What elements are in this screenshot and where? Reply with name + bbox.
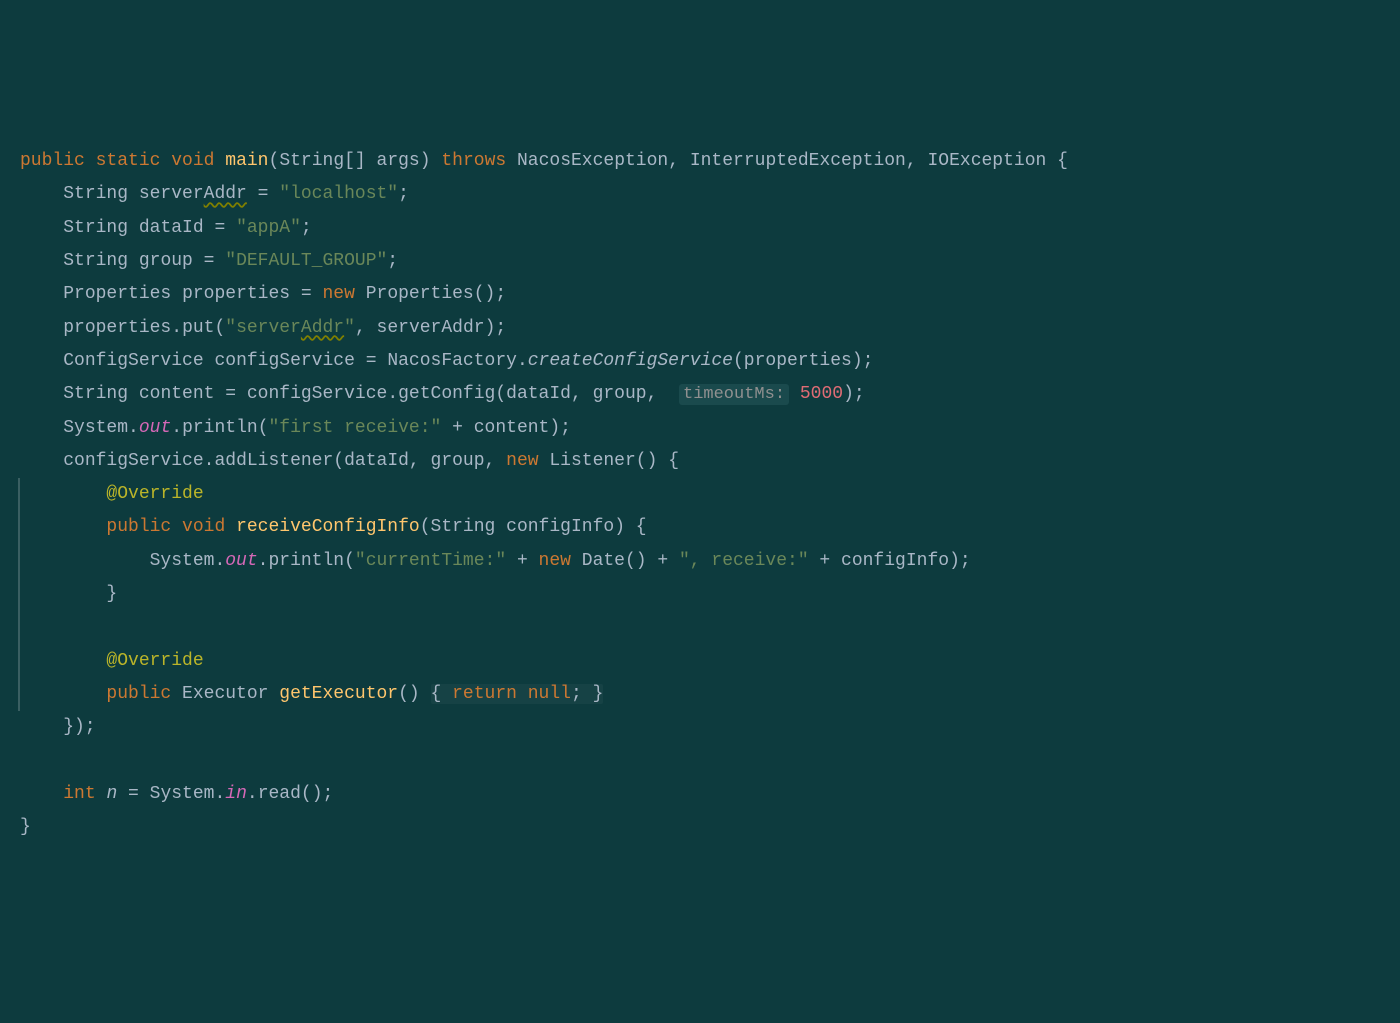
var-properties: properties: [744, 351, 852, 371]
type-listener: Listener: [549, 451, 635, 471]
var-serveraddr: serverAddr: [377, 318, 485, 338]
code-line: public static void main(String[] args) t…: [20, 145, 1380, 178]
type-string: String: [279, 151, 344, 171]
code-line: String content = configService.getConfig…: [20, 378, 1380, 411]
call-getconfig: getConfig: [398, 384, 495, 404]
string-first-receive: "first receive:": [269, 418, 442, 438]
code-line: [18, 611, 1380, 644]
var-properties: properties: [63, 318, 171, 338]
var-configservice: configService: [63, 451, 203, 471]
keyword-void: void: [182, 517, 225, 537]
keyword-return: return: [452, 684, 517, 704]
call-println: println: [182, 418, 258, 438]
method-main: main: [225, 151, 268, 171]
code-line: String group = "DEFAULT_GROUP";: [20, 245, 1380, 278]
type-string: String: [63, 184, 128, 204]
code-editor[interactable]: public static void main(String[] args) t…: [20, 145, 1380, 844]
keyword-void: void: [171, 151, 214, 171]
code-line: ConfigService configService = NacosFacto…: [20, 345, 1380, 378]
code-line: Properties properties = new Properties()…: [20, 278, 1380, 311]
code-line: System.out.println("currentTime:" + new …: [18, 545, 1380, 578]
keyword-null: null: [528, 684, 571, 704]
annotation-override: @Override: [106, 484, 203, 504]
call-put: put: [182, 318, 214, 338]
call-addlistener: addListener: [214, 451, 333, 471]
var-group: group: [139, 251, 193, 271]
var-configservice: configService: [247, 384, 387, 404]
inline-return-block: { return null; }: [431, 684, 604, 704]
type-string: String: [63, 384, 128, 404]
code-line: String serverAddr = "localhost";: [20, 178, 1380, 211]
type-string: String: [63, 251, 128, 271]
type-properties: Properties: [366, 284, 474, 304]
keyword-public: public: [106, 517, 171, 537]
code-line: });: [20, 711, 1380, 744]
call-println: println: [268, 551, 344, 571]
var-content: content: [474, 418, 550, 438]
type-system: System: [150, 551, 215, 571]
code-line: @Override: [18, 645, 1380, 678]
code-line: int n = System.in.read();: [20, 778, 1380, 811]
type-interrupted-exception: InterruptedException: [690, 151, 906, 171]
keyword-new: new: [323, 284, 355, 304]
var-configservice: configService: [214, 351, 354, 371]
keyword-int: int: [63, 784, 95, 804]
var-group: group: [593, 384, 647, 404]
call-createconfigservice: createConfigService: [528, 351, 733, 371]
keyword-throws: throws: [441, 151, 506, 171]
code-line: }: [20, 811, 1380, 844]
number-5000: 5000: [800, 384, 843, 404]
var-dataid: dataId: [139, 218, 204, 238]
var-n: n: [106, 784, 117, 804]
code-line: String dataId = "appA";: [20, 212, 1380, 245]
string-localhost: "localhost": [279, 184, 398, 204]
field-out: out: [225, 551, 257, 571]
var-content: content: [139, 384, 215, 404]
type-system: System: [63, 418, 128, 438]
type-properties: Properties: [63, 284, 171, 304]
keyword-new: new: [506, 451, 538, 471]
code-line: public Executor getExecutor() { return n…: [18, 678, 1380, 711]
keyword-static: static: [96, 151, 161, 171]
type-io-exception: IOException: [927, 151, 1046, 171]
var-configinfo: configInfo: [841, 551, 949, 571]
code-line: @Override: [18, 478, 1380, 511]
var-dataid: dataId: [506, 384, 571, 404]
method-receiveconfiginfo: receiveConfigInfo: [236, 517, 420, 537]
type-string: String: [63, 218, 128, 238]
type-configservice: ConfigService: [63, 351, 203, 371]
var-configinfo: configInfo: [506, 517, 614, 537]
type-executor: Executor: [182, 684, 268, 704]
string-receive: ", receive:": [679, 551, 809, 571]
var-args: args: [377, 151, 420, 171]
call-read: read: [258, 784, 301, 804]
keyword-public: public: [20, 151, 85, 171]
string-serveraddr: "serverAddr": [225, 318, 355, 338]
string-currenttime: "currentTime:": [355, 551, 506, 571]
method-getexecutor: getExecutor: [279, 684, 398, 704]
keyword-new: new: [539, 551, 571, 571]
field-in: in: [225, 784, 247, 804]
annotation-override: @Override: [106, 651, 203, 671]
type-date: Date: [582, 551, 625, 571]
type-string: String: [431, 517, 496, 537]
param-hint-timeoutms: timeoutMs:: [679, 384, 789, 405]
var-group: group: [431, 451, 485, 471]
code-line: System.out.println("first receive:" + co…: [20, 412, 1380, 445]
keyword-public: public: [106, 684, 171, 704]
var-serveraddr-warn: Addr: [204, 184, 247, 204]
code-line: }: [18, 578, 1380, 611]
type-nacosfactory: NacosFactory: [387, 351, 517, 371]
string-appa: "appA": [236, 218, 301, 238]
var-properties: properties: [182, 284, 290, 304]
code-line: [20, 745, 1380, 778]
code-line: public void receiveConfigInfo(String con…: [18, 511, 1380, 544]
field-out: out: [139, 418, 171, 438]
type-system: System: [150, 784, 215, 804]
type-nacos-exception: NacosException: [517, 151, 668, 171]
var-dataid: dataId: [344, 451, 409, 471]
code-line: properties.put("serverAddr", serverAddr)…: [20, 312, 1380, 345]
code-line: configService.addListener(dataId, group,…: [20, 445, 1380, 478]
string-default-group: "DEFAULT_GROUP": [225, 251, 387, 271]
